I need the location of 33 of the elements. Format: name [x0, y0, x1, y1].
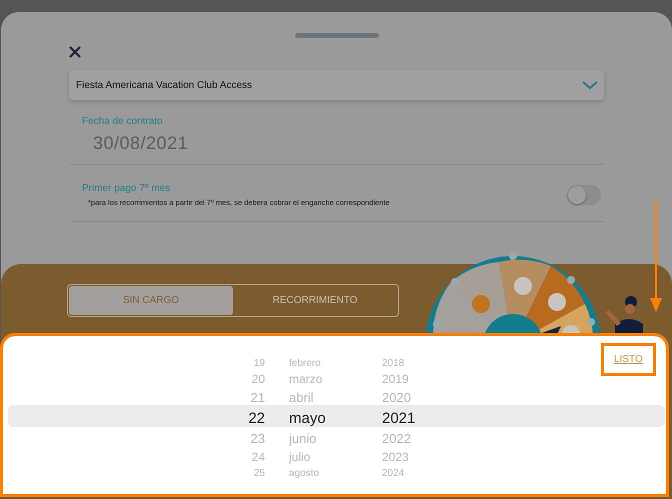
month-option[interactable]: mayo	[265, 410, 365, 426]
done-link[interactable]: LISTO	[601, 343, 656, 376]
year-option[interactable]: 2020	[365, 390, 411, 405]
month-option[interactable]: julio	[265, 450, 365, 464]
month-option[interactable]: abril	[265, 390, 365, 405]
segment-tab[interactable]: SIN CARGO	[69, 286, 233, 315]
field-label: Primer pago 7º mes	[82, 183, 172, 194]
dropdown-value: Fiesta Americana Vacation Club Access	[76, 80, 252, 90]
drag-handle[interactable]	[294, 33, 378, 38]
month-option[interactable]: agosto	[265, 468, 365, 478]
year-option[interactable]: 2023	[365, 450, 409, 464]
day-option[interactable]: 24	[241, 450, 265, 464]
year-option[interactable]: 2022	[365, 431, 411, 446]
year-option[interactable]: 2018	[365, 358, 404, 368]
day-option[interactable]: 20	[241, 372, 265, 386]
year-option[interactable]: 2024	[365, 468, 404, 478]
date-value[interactable]: 30/08/2021	[82, 127, 591, 154]
month-option[interactable]: marzo	[265, 372, 365, 386]
segment-tab[interactable]: RECORRIMIENTO	[233, 286, 397, 315]
dropdown-field[interactable]: Fiesta Americana Vacation Club Access	[69, 70, 604, 100]
month-option[interactable]: febrero	[265, 358, 365, 368]
day-option[interactable]: 19	[241, 358, 265, 368]
year-option[interactable]: 2021	[365, 410, 416, 426]
day-option[interactable]: 21	[241, 390, 265, 405]
day-option[interactable]: 22	[241, 410, 265, 426]
field-label: Fecha de contrato	[82, 116, 164, 127]
chevron-down-icon	[582, 80, 598, 90]
day-option[interactable]: 23	[241, 431, 265, 446]
month-option[interactable]: junio	[265, 431, 365, 446]
close-icon[interactable]	[69, 46, 81, 58]
toggle-switch[interactable]	[567, 185, 601, 205]
year-option[interactable]: 2019	[365, 372, 409, 386]
day-option[interactable]: 25	[241, 468, 265, 478]
